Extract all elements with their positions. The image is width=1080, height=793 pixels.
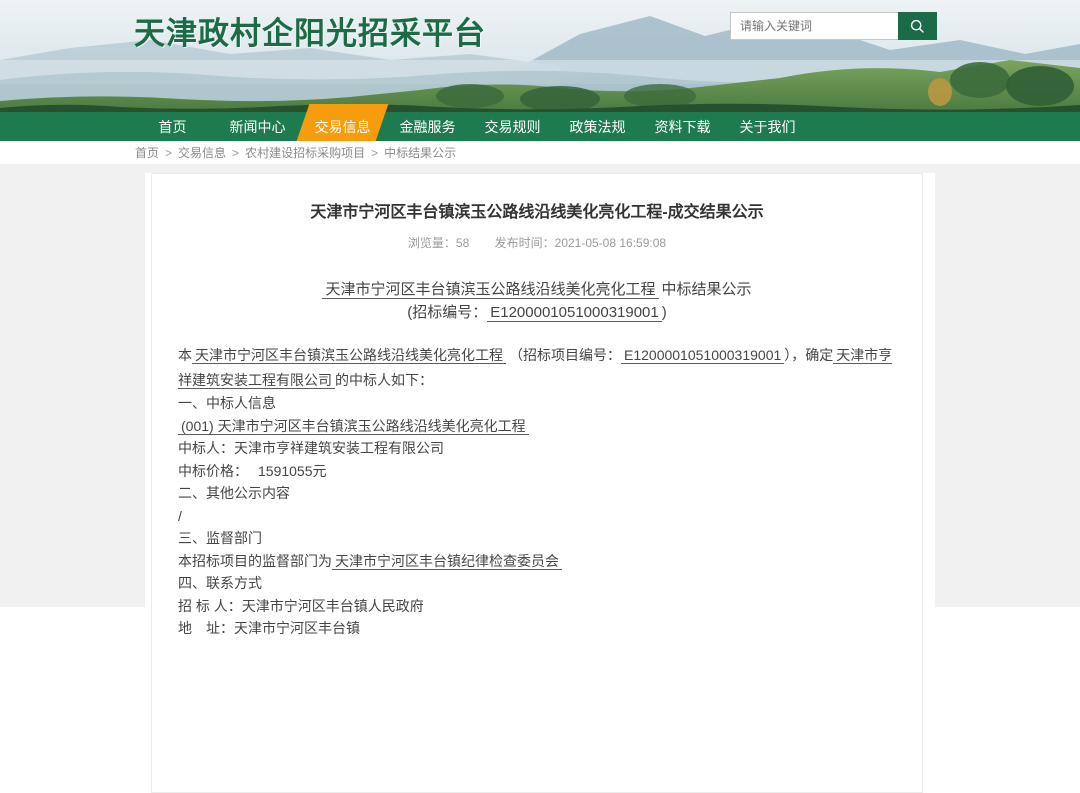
announcement-subtitle: 天津市宁河区丰台镇滨玉公路线沿线美化亮化工程中标结果公示 [178, 279, 896, 302]
breadcrumb-separator: > [232, 146, 239, 160]
article-meta: 浏览量：58 发布时间：2021-05-08 16:59:08 [178, 234, 896, 251]
section-4-heading: 四、联系方式 [178, 572, 896, 595]
price-value: 1591055元 [258, 463, 327, 479]
breadcrumb-home[interactable]: 首页 [135, 144, 159, 161]
section-3-heading: 三、监督部门 [178, 527, 896, 550]
breadcrumb-rural-projects[interactable]: 农村建设招标采购项目 [245, 144, 365, 161]
nav-item-policy[interactable]: 政策法规 [555, 112, 640, 141]
nav-item-about[interactable]: 关于我们 [725, 112, 810, 141]
breadcrumb-trade-info[interactable]: 交易信息 [178, 144, 226, 161]
nav-item-home[interactable]: 首页 [130, 112, 215, 141]
supervision-line: 本招标项目的监督部门为天津市宁河区丰台镇纪律检查委员会 [178, 550, 896, 573]
main-navigation: 首页 新闻中心 交易信息 金融服务 交易规则 政策法规 资料下载 关于我们 [0, 112, 1080, 141]
article-body: 本天津市宁河区丰台镇滨玉公路线沿线美化亮化工程（招标项目编号：E12000010… [178, 343, 896, 640]
price-line: 中标价格： 1591055元 [178, 460, 896, 483]
section-2-heading: 二、其他公示内容 [178, 482, 896, 505]
site-logo-title: 天津政村企阳光招采平台 [134, 8, 486, 53]
winner-line: 中标人：天津市亨祥建筑安装工程有限公司 [178, 437, 896, 460]
intro-paragraph: 本天津市宁河区丰台镇滨玉公路线沿线美化亮化工程（招标项目编号：E12000010… [178, 343, 896, 392]
supervision-department: 天津市宁河区丰台镇纪律检查委员会 [332, 553, 562, 570]
header-banner: 天津政村企阳光招采平台 [0, 0, 1080, 112]
winner-label: 中标人： [178, 440, 234, 456]
tender-number: E1200001051000319001 [487, 304, 662, 322]
price-label: 中标价格： [178, 463, 248, 479]
breadcrumb-current-page: 中标结果公示 [384, 144, 456, 161]
tenderer-line: 招 标 人：天津市宁河区丰台镇人民政府 [178, 595, 896, 618]
tenderer-value: 天津市宁河区丰台镇人民政府 [242, 598, 424, 614]
project-name: 天津市宁河区丰台镇滨玉公路线沿线美化亮化工程 [322, 281, 658, 299]
views-count: 浏览量：58 [408, 234, 469, 251]
tender-project-number: E1200001051000319001 [621, 347, 784, 364]
page-body: 天津市宁河区丰台镇滨玉公路线沿线美化亮化工程-成交结果公示 浏览量：58 发布时… [0, 164, 1080, 607]
address-label: 地 址： [178, 620, 234, 636]
publish-time: 发布时间：2021-05-08 16:59:08 [495, 234, 666, 251]
content-wrapper: 天津市宁河区丰台镇滨玉公路线沿线美化亮化工程-成交结果公示 浏览量：58 发布时… [145, 173, 935, 607]
nav-item-trade-info[interactable]: 交易信息 [300, 112, 385, 141]
winning-item: (001) 天津市宁河区丰台镇滨玉公路线沿线美化亮化工程 [178, 418, 529, 435]
search-icon [910, 19, 925, 34]
section-1-heading: 一、中标人信息 [178, 392, 896, 415]
tenderer-label: 招 标 人： [178, 598, 242, 614]
breadcrumb: 首页 > 交易信息 > 农村建设招标采购项目 > 中标结果公示 [0, 141, 1080, 164]
tender-number-line: (招标编号：E1200001051000319001) [178, 302, 896, 325]
address-value: 天津市宁河区丰台镇 [234, 620, 360, 636]
nav-item-news[interactable]: 新闻中心 [215, 112, 300, 141]
search-input[interactable] [730, 12, 898, 40]
nav-item-trade-rules[interactable]: 交易规则 [470, 112, 555, 141]
announcement-panel: 天津市宁河区丰台镇滨玉公路线沿线美化亮化工程-成交结果公示 浏览量：58 发布时… [151, 173, 923, 793]
winner-value: 天津市亨祥建筑安装工程有限公司 [234, 440, 444, 456]
section-2-content: / [178, 505, 896, 528]
article-title: 天津市宁河区丰台镇滨玉公路线沿线美化亮化工程-成交结果公示 [178, 198, 896, 222]
winning-item-line: (001) 天津市宁河区丰台镇滨玉公路线沿线美化亮化工程 [178, 415, 896, 438]
project-name: 天津市宁河区丰台镇滨玉公路线沿线美化亮化工程 [192, 347, 506, 364]
breadcrumb-separator: > [371, 146, 378, 160]
search-bar [730, 12, 937, 40]
search-button[interactable] [898, 12, 937, 40]
breadcrumb-separator: > [165, 146, 172, 160]
nav-item-downloads[interactable]: 资料下载 [640, 112, 725, 141]
address-line: 地 址：天津市宁河区丰台镇 [178, 617, 896, 640]
nav-item-finance[interactable]: 金融服务 [385, 112, 470, 141]
